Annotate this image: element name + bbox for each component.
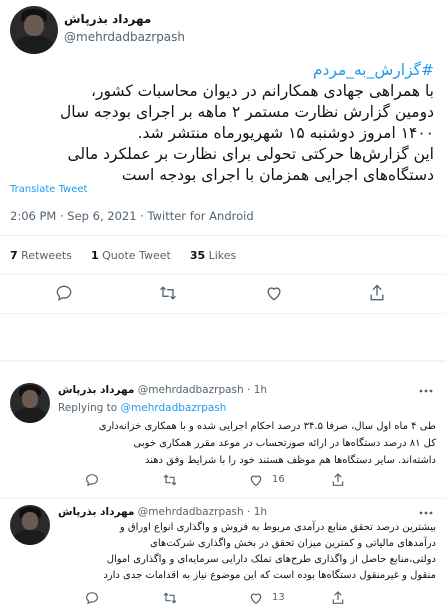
author-handle[interactable]: @mehrdadbazrpash (64, 30, 185, 44)
more-icon[interactable] (418, 508, 434, 518)
reply-header: مهرداد بذرپاش @mehrdadbazrpash · 1h (58, 506, 267, 518)
reply-icon[interactable] (84, 472, 100, 488)
reply-text: بیشترین درصد تحقق منابع درآمدی مربوط به … (58, 520, 436, 584)
avatar-body (14, 35, 54, 54)
avatar-face (24, 14, 44, 37)
tweet-line: ۱۴۰۰ امروز دوشنبه ۱۵ شهریورماه منتشر شد. (137, 124, 434, 142)
share-icon[interactable] (367, 283, 387, 303)
author-name[interactable]: مهرداد بذرپاش (64, 12, 184, 26)
likes-label: Likes (208, 249, 237, 262)
reply-line: بیشترین درصد تحقق منابع درآمدی مربوط به … (119, 522, 436, 533)
retweet-icon[interactable] (162, 590, 178, 606)
share-icon[interactable] (330, 472, 346, 488)
quotes-label: Quote Tweet (102, 249, 171, 262)
divider (0, 498, 446, 499)
reply-line: درآمدهای مالیاتی و کمترین میزان تحقق در … (150, 538, 436, 549)
replying-to-handle[interactable]: @mehrdadbazrpash (121, 402, 227, 414)
tweet-line: با همراهی جهادی همکارانم در دیوان محاسبا… (91, 82, 434, 100)
avatar-face (22, 390, 38, 409)
reply-icon[interactable] (84, 590, 100, 606)
retweet-icon[interactable] (162, 472, 178, 488)
reply-text: طی ۴ ماه اول سال، صرفا ۳۴.۵ درصد احکام ا… (58, 418, 436, 469)
tweet-timestamp[interactable]: 2:06 PM · Sep 6, 2021 · Twitter for Andr… (10, 209, 254, 223)
more-icon[interactable] (418, 386, 434, 396)
avatar-face (22, 512, 38, 531)
avatar-body (14, 529, 46, 545)
retweet-icon[interactable] (158, 283, 178, 303)
reply-line: منقول و غیرمنقول دستگاه‌ها بوده است که ا… (103, 570, 436, 581)
reply-line: داشته‌اند. سایر دستگاه‌ها هم موظف هستند … (144, 455, 436, 466)
avatar-body (14, 407, 46, 423)
divider (0, 274, 446, 275)
tweet-line: دومین گزارش نظارت مستمر ۲ ماهه بر اجرای … (60, 103, 434, 121)
reply-time[interactable]: · 1h (247, 506, 267, 518)
share-icon[interactable] (330, 590, 346, 606)
reply-line: کل ۸۱ درصد دستگاه‌ها در ارائه صورتحساب د… (133, 438, 436, 449)
reply-time[interactable]: · 1h (247, 384, 267, 396)
like-count: 13 (272, 592, 285, 603)
tweet-line: دستگاه‌های اجرایی همزمان با اجرای بودجه … (121, 166, 434, 184)
likes-count: 35 (189, 249, 206, 262)
reply-author-handle[interactable]: @mehrdadbazrpash (138, 506, 244, 518)
replying-to-prefix: Replying to (58, 402, 118, 414)
retweets-stat[interactable]: 7 Retweets (10, 249, 72, 262)
divider (0, 313, 446, 314)
reply-author-name[interactable]: مهرداد بذرپاش (58, 506, 134, 518)
divider (0, 235, 446, 236)
tweet-stats: 7 Retweets 1 Quote Tweet 35 Likes (10, 249, 236, 262)
like-count: 16 (272, 474, 285, 485)
divider (0, 360, 446, 362)
reply-author-name[interactable]: مهرداد بذرپاش (58, 384, 134, 396)
reply-line: طی ۴ ماه اول سال، صرفا ۳۴.۵ درصد احکام ا… (98, 421, 436, 432)
replying-to: Replying to @mehrdadbazrpash (58, 402, 226, 414)
reply-avatar[interactable] (10, 383, 50, 423)
like-icon[interactable] (264, 283, 284, 303)
tweet-line: این گزارش‌ها حرکتی تحولی برای نظارت بر ع… (67, 145, 434, 163)
hashtag-link[interactable]: #گزارش_به_مردم (8, 60, 434, 81)
reply-header: مهرداد بذرپاش @mehrdadbazrpash · 1h (58, 384, 267, 396)
reply-author-handle[interactable]: @mehrdadbazrpash (138, 384, 244, 396)
reply-avatar[interactable] (10, 505, 50, 545)
author-avatar[interactable] (10, 6, 58, 54)
quotes-count: 1 (90, 249, 99, 262)
retweets-label: Retweets (21, 249, 72, 262)
like-icon[interactable] (248, 472, 264, 488)
like-icon[interactable] (248, 590, 264, 606)
tweet-text: #گزارش_به_مردم با همراهی جهادی همکارانم … (8, 60, 434, 186)
likes-stat[interactable]: 35 Likes (190, 249, 236, 262)
reply-line: دولتی،منابع حاصل از واگذاری طرح‌های تملک… (106, 554, 436, 565)
reply-icon[interactable] (54, 283, 74, 303)
retweets-count: 7 (10, 249, 18, 262)
quotes-stat[interactable]: 1 Quote Tweet (91, 249, 171, 262)
translate-tweet-link[interactable]: Translate Tweet (10, 184, 87, 195)
